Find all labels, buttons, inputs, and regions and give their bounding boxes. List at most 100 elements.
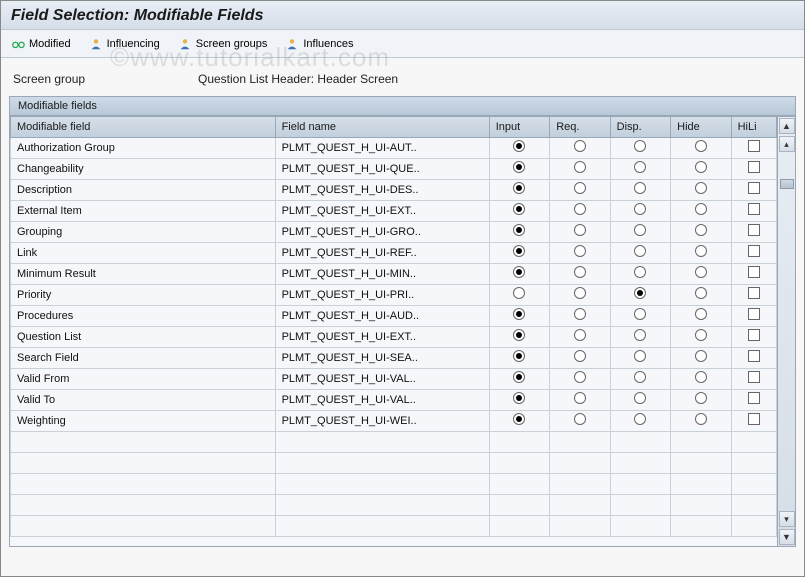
cell-field: Valid To xyxy=(11,389,276,410)
radio-option[interactable] xyxy=(513,224,525,236)
col-hide[interactable]: Hide xyxy=(671,117,731,137)
radio-option[interactable] xyxy=(695,392,707,404)
radio-option[interactable] xyxy=(513,140,525,152)
radio-option[interactable] xyxy=(574,266,586,278)
radio-option[interactable] xyxy=(513,392,525,404)
cell-field: Authorization Group xyxy=(11,137,276,158)
hili-checkbox[interactable] xyxy=(748,161,760,173)
radio-option[interactable] xyxy=(634,392,646,404)
radio-option[interactable] xyxy=(574,392,586,404)
cell-name: PLMT_QUEST_H_UI-EXT.. xyxy=(275,326,489,347)
radio-option[interactable] xyxy=(695,203,707,215)
radio-option[interactable] xyxy=(695,266,707,278)
cell-field: External Item xyxy=(11,200,276,221)
cell-name: PLMT_QUEST_H_UI-MIN.. xyxy=(275,263,489,284)
radio-option[interactable] xyxy=(634,371,646,383)
radio-option[interactable] xyxy=(695,287,707,299)
radio-option[interactable] xyxy=(695,350,707,362)
col-hili[interactable]: HiLi xyxy=(731,117,776,137)
scroll-up-icon[interactable]: ▲ xyxy=(779,118,795,134)
radio-option[interactable] xyxy=(513,245,525,257)
radio-option[interactable] xyxy=(574,203,586,215)
radio-option[interactable] xyxy=(695,224,707,236)
radio-option[interactable] xyxy=(513,371,525,383)
hili-checkbox[interactable] xyxy=(748,308,760,320)
radio-option[interactable] xyxy=(513,413,525,425)
radio-option[interactable] xyxy=(634,308,646,320)
radio-option[interactable] xyxy=(513,350,525,362)
radio-option[interactable] xyxy=(513,161,525,173)
scroll-track[interactable] xyxy=(780,153,794,510)
radio-option[interactable] xyxy=(634,140,646,152)
table-row: ProceduresPLMT_QUEST_H_UI-AUD.. xyxy=(11,305,777,326)
radio-option[interactable] xyxy=(574,329,586,341)
radio-option[interactable] xyxy=(634,287,646,299)
hili-checkbox[interactable] xyxy=(748,371,760,383)
influencing-button[interactable]: Influencing xyxy=(89,37,160,51)
radio-option[interactable] xyxy=(513,287,525,299)
radio-option[interactable] xyxy=(634,203,646,215)
radio-option[interactable] xyxy=(634,413,646,425)
screen-group-label: Screen group xyxy=(13,72,198,86)
radio-option[interactable] xyxy=(634,266,646,278)
screen-groups-button[interactable]: Screen groups xyxy=(178,37,268,51)
hili-checkbox[interactable] xyxy=(748,245,760,257)
radio-option[interactable] xyxy=(574,224,586,236)
hili-checkbox[interactable] xyxy=(748,224,760,236)
hili-checkbox[interactable] xyxy=(748,329,760,341)
radio-option[interactable] xyxy=(695,413,707,425)
radio-option[interactable] xyxy=(513,308,525,320)
radio-option[interactable] xyxy=(574,413,586,425)
radio-option[interactable] xyxy=(695,140,707,152)
radio-option[interactable] xyxy=(513,182,525,194)
hili-checkbox[interactable] xyxy=(748,203,760,215)
radio-option[interactable] xyxy=(695,371,707,383)
scroll-thumb[interactable] xyxy=(780,179,794,189)
table-row: ChangeabilityPLMT_QUEST_H_UI-QUE.. xyxy=(11,158,777,179)
hili-checkbox[interactable] xyxy=(748,413,760,425)
cell-name: PLMT_QUEST_H_UI-VAL.. xyxy=(275,389,489,410)
radio-option[interactable] xyxy=(513,266,525,278)
radio-option[interactable] xyxy=(634,350,646,362)
hili-checkbox[interactable] xyxy=(748,266,760,278)
scroll-down-icon[interactable]: ▼ xyxy=(779,529,795,545)
radio-option[interactable] xyxy=(574,371,586,383)
col-req[interactable]: Req. xyxy=(550,117,610,137)
col-field-name[interactable]: Field name xyxy=(275,117,489,137)
col-disp[interactable]: Disp. xyxy=(610,117,670,137)
radio-option[interactable] xyxy=(695,161,707,173)
scroll-down-icon[interactable]: ▾ xyxy=(779,511,795,527)
radio-option[interactable] xyxy=(695,182,707,194)
radio-option[interactable] xyxy=(634,161,646,173)
radio-option[interactable] xyxy=(574,140,586,152)
table-row: Question ListPLMT_QUEST_H_UI-EXT.. xyxy=(11,326,777,347)
radio-option[interactable] xyxy=(574,287,586,299)
radio-option[interactable] xyxy=(695,308,707,320)
radio-option[interactable] xyxy=(513,203,525,215)
radio-option[interactable] xyxy=(574,350,586,362)
col-input[interactable]: Input xyxy=(489,117,549,137)
person-icon xyxy=(178,37,192,51)
cell-name: PLMT_QUEST_H_UI-WEI.. xyxy=(275,410,489,431)
hili-checkbox[interactable] xyxy=(748,140,760,152)
radio-option[interactable] xyxy=(695,245,707,257)
scroll-up-icon[interactable]: ▴ xyxy=(779,136,795,152)
vertical-scrollbar[interactable]: ▲ ▴ ▾ ▼ xyxy=(777,117,795,546)
radio-option[interactable] xyxy=(574,308,586,320)
hili-checkbox[interactable] xyxy=(748,350,760,362)
radio-option[interactable] xyxy=(574,161,586,173)
col-modifiable-field[interactable]: Modifiable field xyxy=(11,117,276,137)
hili-checkbox[interactable] xyxy=(748,287,760,299)
radio-option[interactable] xyxy=(513,329,525,341)
radio-option[interactable] xyxy=(634,224,646,236)
radio-option[interactable] xyxy=(574,182,586,194)
radio-option[interactable] xyxy=(634,182,646,194)
radio-option[interactable] xyxy=(574,245,586,257)
hili-checkbox[interactable] xyxy=(748,182,760,194)
hili-checkbox[interactable] xyxy=(748,392,760,404)
influences-button[interactable]: Influences xyxy=(285,37,353,51)
modified-button[interactable]: Modified xyxy=(11,37,71,51)
radio-option[interactable] xyxy=(695,329,707,341)
radio-option[interactable] xyxy=(634,245,646,257)
radio-option[interactable] xyxy=(634,329,646,341)
